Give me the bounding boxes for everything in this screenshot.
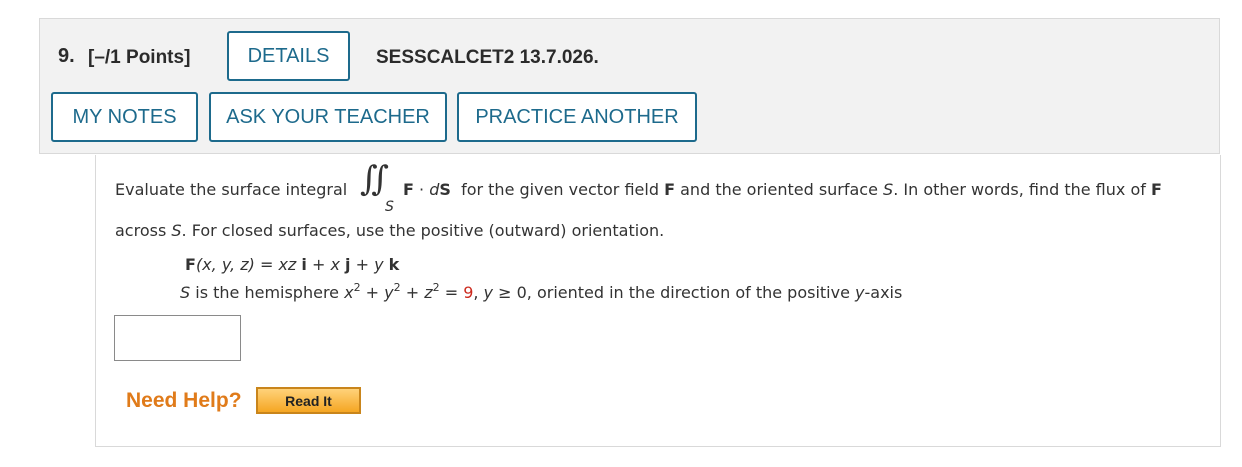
surface-s: S <box>883 180 894 199</box>
sd-exp3: 2 <box>432 281 440 294</box>
radius-squared-value: 9 <box>463 283 474 302</box>
problem-sentence: F · dS for the given vector field F and … <box>403 180 1162 199</box>
surface-integral-symbol: ∬ <box>360 159 389 199</box>
question-points: [–/1 Points] <box>88 47 191 68</box>
sd-s: S <box>180 283 191 302</box>
details-button[interactable]: DETAILS <box>227 31 350 81</box>
sd-axis-suffix: -axis <box>864 283 903 302</box>
fd-k: k <box>388 255 400 274</box>
problem-sentence-continued: across S. For closed surfaces, use the p… <box>115 221 664 240</box>
integral-subscript: S <box>385 199 394 215</box>
sd-exp1: 2 <box>353 281 361 294</box>
practice-another-button[interactable]: PRACTICE ANOTHER <box>457 92 697 142</box>
vector-field-definition: F(x, y, z) = xz i + x j + y k <box>185 255 399 274</box>
text-closed-note: . For closed surfaces, use the positive … <box>181 221 665 240</box>
ask-teacher-button[interactable]: ASK YOUR TEACHER <box>209 92 447 142</box>
question-code: SESSCALCET2 13.7.026. <box>376 47 599 68</box>
need-help-label: Need Help? <box>126 389 242 412</box>
fd-plus2: + <box>350 255 375 274</box>
fd-c2: x <box>330 255 340 274</box>
flux-f: F <box>1150 180 1162 199</box>
sd-cond: ≥ 0, oriented in the direction of the po… <box>493 283 856 302</box>
fd-c3: y <box>374 255 384 274</box>
integrand-d: d <box>429 180 440 199</box>
sd-plus2: + <box>400 283 425 302</box>
sd-plus1: + <box>360 283 385 302</box>
sd-z: z <box>424 283 433 302</box>
sd-x: x <box>344 283 354 302</box>
fd-args: (x, y, z) = <box>195 255 279 274</box>
fd-f: F <box>185 255 196 274</box>
sd-y: y <box>384 283 394 302</box>
text-across: across <box>115 221 167 240</box>
integrand-dot: · <box>413 180 430 199</box>
text-vector-field: for the given vector field <box>461 180 659 199</box>
sd-equals: = <box>439 283 464 302</box>
fd-c1: xz <box>278 255 297 274</box>
problem-intro: Evaluate the surface integral <box>115 180 348 199</box>
integrand-f: F <box>403 180 414 199</box>
text-in-other-words: . In other words, find the flux of <box>893 180 1146 199</box>
my-notes-button[interactable]: MY NOTES <box>51 92 198 142</box>
text-and-surface: and the oriented surface <box>680 180 878 199</box>
surface-definition: S is the hemisphere x2 + y2 + z2 = 9, y … <box>180 281 903 302</box>
integrand-s: S <box>439 180 451 199</box>
answer-input[interactable] <box>114 315 241 361</box>
sd-y2: y <box>483 283 494 302</box>
fd-plus1: + <box>306 255 331 274</box>
across-s: S <box>171 221 182 240</box>
question-number: 9. <box>58 45 75 67</box>
sd-is-the: is the hemisphere <box>190 283 345 302</box>
sd-comma: , <box>473 283 484 302</box>
read-it-button[interactable]: Read It <box>256 387 361 414</box>
sd-exp2: 2 <box>393 281 401 294</box>
field-f: F <box>664 180 676 199</box>
